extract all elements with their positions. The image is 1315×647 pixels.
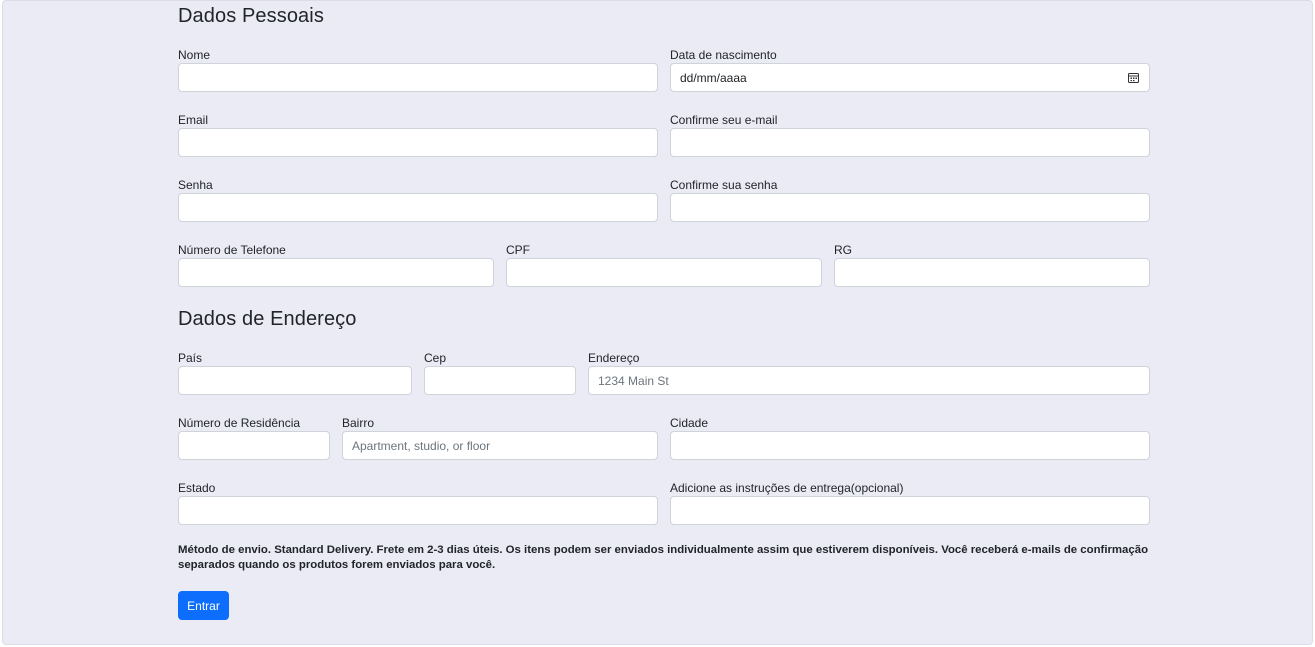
cpf-field: CPF — [506, 243, 822, 287]
nascimento-field: Data de nascimento dd/mm/aaaa — [670, 48, 1150, 92]
telefone-label: Número de Telefone — [178, 243, 286, 257]
bairro-input[interactable] — [342, 431, 658, 460]
cep-field: Cep — [424, 351, 576, 395]
bairro-field: Bairro — [342, 416, 658, 460]
estado-field: Estado — [178, 481, 658, 525]
pais-label: País — [178, 351, 203, 365]
bairro-label: Bairro — [342, 416, 375, 430]
confirm-email-label: Confirme seu e-mail — [670, 113, 778, 127]
pais-field: País — [178, 351, 412, 395]
endereco-label: Endereço — [588, 351, 640, 365]
endereco-field: Endereço — [588, 351, 1150, 395]
numero-input[interactable] — [178, 431, 330, 460]
senha-input[interactable] — [178, 193, 658, 222]
nome-label: Nome — [178, 48, 211, 62]
cidade-label: Cidade — [670, 416, 709, 430]
cpf-input[interactable] — [506, 258, 822, 287]
senha-label: Senha — [178, 178, 213, 192]
email-label: Email — [178, 113, 209, 127]
calendar-icon[interactable] — [1128, 72, 1139, 83]
form-panel: Dados Pessoais Nome Data de nascimento d… — [2, 0, 1313, 645]
instrucoes-field: Adicione as instruções de entrega(opcion… — [670, 481, 1150, 525]
nascimento-label: Data de nascimento — [670, 48, 777, 62]
confirm-senha-label: Confirme sua senha — [670, 178, 778, 192]
rg-label: RG — [834, 243, 852, 257]
confirm-senha-input[interactable] — [670, 193, 1150, 222]
rg-field: RG — [834, 243, 1150, 287]
confirm-senha-field: Confirme sua senha — [670, 178, 1150, 222]
telefone-field: Número de Telefone — [178, 243, 494, 287]
nascimento-input[interactable]: dd/mm/aaaa — [670, 63, 1150, 92]
endereco-input[interactable] — [588, 366, 1150, 395]
address-section-title: Dados de Endereço — [178, 308, 357, 330]
instrucoes-label: Adicione as instruções de entrega(opcion… — [670, 481, 904, 495]
nome-input[interactable] — [178, 63, 658, 92]
confirm-email-input[interactable] — [670, 128, 1150, 157]
estado-label: Estado — [178, 481, 216, 495]
personal-section-title: Dados Pessoais — [178, 5, 324, 27]
submit-button[interactable]: Entrar — [178, 591, 229, 620]
cidade-field: Cidade — [670, 416, 1150, 460]
senha-field: Senha — [178, 178, 658, 222]
instrucoes-input[interactable] — [670, 496, 1150, 525]
email-field: Email — [178, 113, 658, 157]
numero-label: Número de Residência — [178, 416, 301, 430]
cpf-label: CPF — [506, 243, 530, 257]
shipping-note: Método de envio. Standard Delivery. Fret… — [178, 544, 1149, 571]
nome-field: Nome — [178, 48, 658, 92]
email-input[interactable] — [178, 128, 658, 157]
telefone-input[interactable] — [178, 258, 494, 287]
numero-field: Número de Residência — [178, 416, 330, 460]
confirm-email-field: Confirme seu e-mail — [670, 113, 1150, 157]
cep-input[interactable] — [424, 366, 576, 395]
cidade-input[interactable] — [670, 431, 1150, 460]
nascimento-value: dd/mm/aaaa — [680, 71, 747, 85]
cep-label: Cep — [424, 351, 447, 365]
pais-input[interactable] — [178, 366, 412, 395]
estado-input[interactable] — [178, 496, 658, 525]
rg-input[interactable] — [834, 258, 1150, 287]
